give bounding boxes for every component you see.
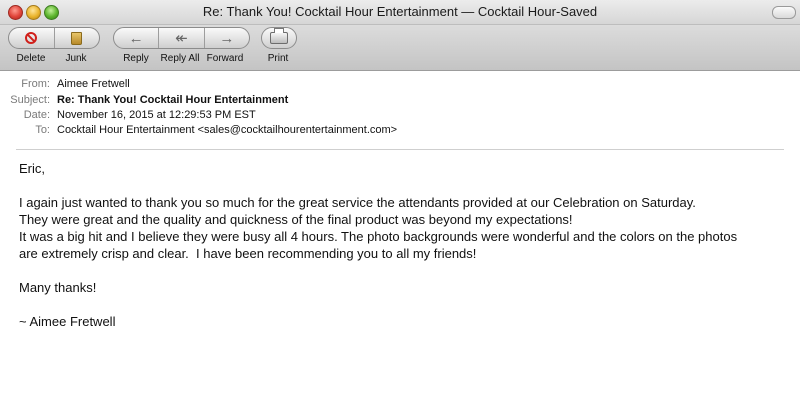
message-body[interactable]: Eric, I again just wanted to thank you s… — [19, 160, 789, 330]
delete-junk-group — [8, 27, 100, 49]
closing-line: Many thanks! — [19, 280, 97, 295]
printer-icon — [270, 28, 288, 44]
to-label: To: — [35, 124, 50, 136]
reply-group: ← ↞ → — [113, 27, 250, 49]
from-value[interactable]: Aimee Fretwell — [57, 78, 130, 90]
delete-button[interactable] — [9, 28, 55, 48]
delete-icon — [25, 32, 38, 44]
junk-icon — [71, 31, 83, 45]
subject-label: Subject: — [10, 94, 50, 106]
from-row: From: Aimee Fretwell — [0, 78, 800, 93]
header-divider — [16, 149, 784, 150]
greeting-line: Eric, — [19, 161, 45, 176]
reply-all-button[interactable]: ↞ — [159, 28, 205, 48]
reply-all-label[interactable]: Reply All — [157, 53, 203, 64]
body-line-2: They were great and the quality and quic… — [19, 212, 573, 227]
forward-arrow-icon: → — [219, 29, 235, 47]
subject-value: Re: Thank You! Cocktail Hour Entertainme… — [57, 94, 289, 106]
junk-label[interactable]: Junk — [55, 53, 97, 64]
body-line-3: It was a big hit and I believe they were… — [19, 229, 738, 244]
print-group — [261, 27, 297, 49]
date-value: November 16, 2015 at 12:29:53 PM EST — [57, 109, 256, 121]
reply-label[interactable]: Reply — [114, 53, 158, 64]
message-toolbar: Delete Junk ← ↞ → Reply Reply All Forwar… — [0, 25, 800, 71]
reply-arrow-icon: ← — [128, 29, 144, 47]
reply-button[interactable]: ← — [114, 28, 160, 48]
from-label: From: — [21, 78, 50, 90]
reply-all-arrow-icon: ↞ — [175, 29, 188, 47]
subject-row: Subject: Re: Thank You! Cocktail Hour En… — [0, 94, 800, 109]
print-label[interactable]: Print — [258, 53, 298, 64]
window-title: Re: Thank You! Cocktail Hour Entertainme… — [202, 4, 598, 19]
print-button[interactable] — [262, 28, 296, 48]
window-titlebar: Re: Thank You! Cocktail Hour Entertainme… — [0, 0, 800, 25]
toolbar-toggle-button[interactable] — [772, 6, 796, 19]
junk-button[interactable] — [55, 28, 100, 48]
signature-line: ~ Aimee Fretwell — [19, 314, 116, 329]
body-line-1: I again just wanted to thank you so much… — [19, 195, 696, 210]
date-row: Date: November 16, 2015 at 12:29:53 PM E… — [0, 109, 800, 124]
forward-label[interactable]: Forward — [202, 53, 248, 64]
forward-button[interactable]: → — [205, 28, 249, 48]
date-label: Date: — [23, 109, 50, 121]
body-line-4: are extremely crisp and clear. I have be… — [19, 246, 477, 261]
to-value[interactable]: Cocktail Hour Entertainment <sales@cockt… — [57, 124, 397, 136]
delete-label[interactable]: Delete — [10, 53, 52, 64]
to-row: To: Cocktail Hour Entertainment <sales@c… — [0, 124, 800, 139]
